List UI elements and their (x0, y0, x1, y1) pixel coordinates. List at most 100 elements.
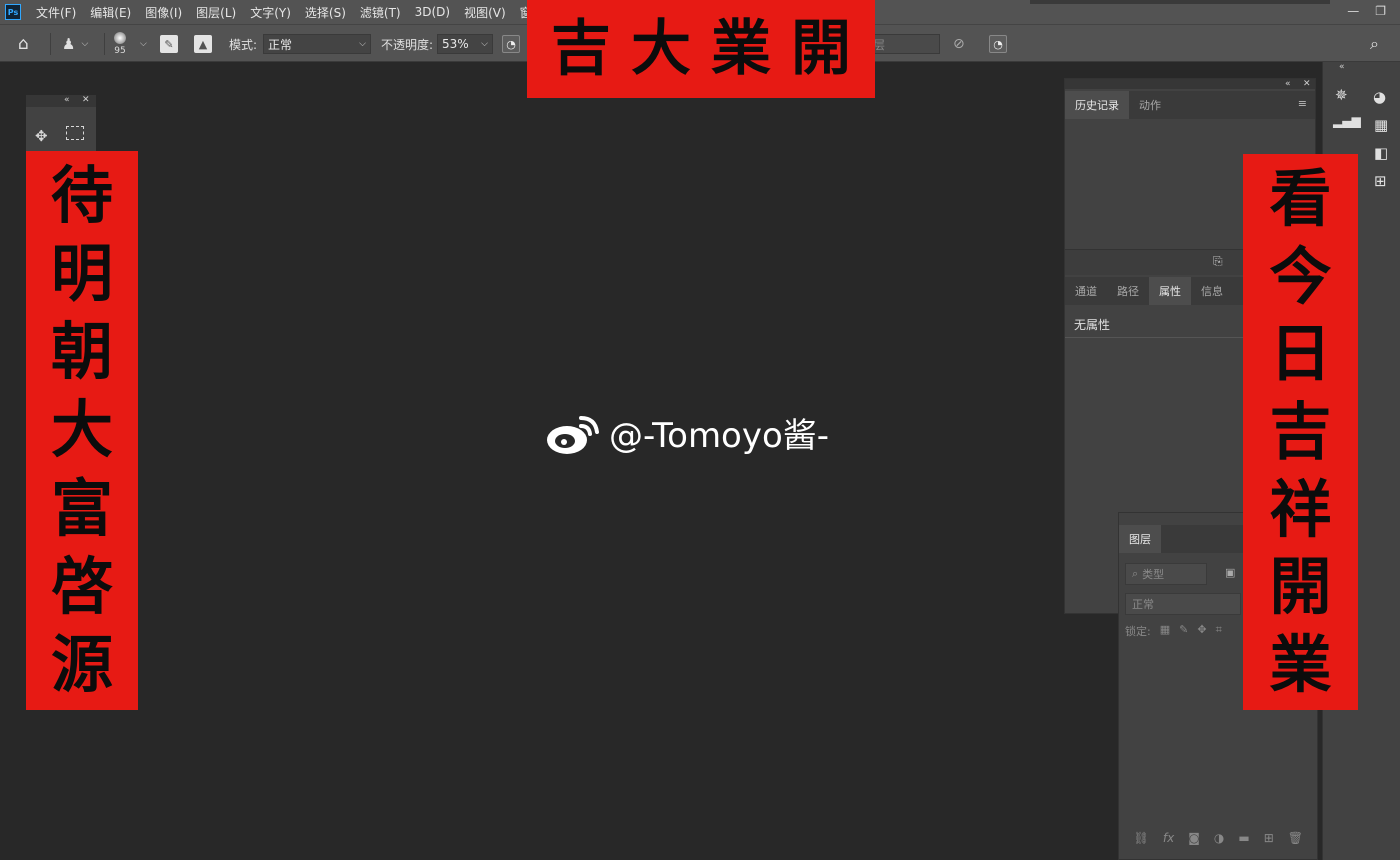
search-icon[interactable]: ⌕ (1370, 25, 1379, 63)
brush-preset-picker[interactable]: 95 (114, 25, 126, 63)
menu-type[interactable]: 文字(Y) (243, 4, 298, 21)
airbrush-icon[interactable]: ◔ (989, 35, 1007, 53)
right-couplet-char: 業 (1269, 627, 1332, 701)
histogram-icon[interactable]: ▂▄▆ (1333, 114, 1361, 128)
right-couplet-char: 祥 (1269, 472, 1332, 546)
chevron-down-icon[interactable]: ⌵ (140, 39, 147, 49)
lock-move-icon[interactable]: ✥ (1197, 623, 1206, 639)
layer-filter-input[interactable]: ⌕ 类型 (1125, 563, 1207, 585)
properties-empty-label: 无属性 (1074, 318, 1111, 332)
sample-layer-select[interactable]: 层 (868, 34, 940, 54)
layer-blend-select[interactable]: 正常 (1125, 593, 1241, 615)
tab-info[interactable]: 信息 (1191, 277, 1233, 305)
menu-select[interactable]: 选择(S) (298, 4, 353, 21)
chevron-down-icon: ⌵ (359, 39, 366, 49)
banner-char: 開 (791, 14, 851, 84)
left-couplet-char: 源 (50, 627, 113, 701)
history-tabstrip: 历史记录 动作 ≡ (1065, 91, 1315, 119)
menu-file[interactable]: 文件(F) (29, 4, 83, 21)
lock-paint-icon[interactable]: ✎ (1179, 623, 1188, 639)
search-icon: ⌕ (1132, 567, 1139, 580)
menu-filter[interactable]: 滤镜(T) (353, 4, 408, 21)
left-couplet-char: 富 (50, 471, 113, 545)
tab-actions[interactable]: 动作 (1129, 91, 1171, 119)
stamp-icon: ♟ (62, 35, 76, 53)
new-group-icon[interactable]: ▬ (1238, 831, 1249, 845)
marquee-icon[interactable] (66, 126, 84, 140)
right-couplet-char: 開 (1269, 550, 1332, 624)
chevron-down-icon: ⌵ (481, 39, 488, 49)
left-couplet-char: 明 (50, 237, 113, 311)
minimize-icon[interactable]: — (1347, 4, 1359, 18)
panel-menu-icon[interactable]: ≡ (1298, 97, 1307, 110)
menu-edit[interactable]: 编辑(E) (83, 4, 138, 21)
trash-icon[interactable]: 🗑 (1288, 831, 1303, 845)
person-icon[interactable]: ▲ (194, 35, 212, 53)
banner-char: 吉 (551, 14, 611, 84)
link-layers-icon[interactable]: ⛓ (1134, 831, 1149, 845)
mode-select[interactable]: 正常 ⌵ (263, 34, 371, 54)
separator (104, 33, 105, 55)
brush-preset-icon (114, 32, 126, 44)
lock-transparent-icon[interactable]: ▦ (1160, 623, 1170, 639)
banner-char: 大 (631, 14, 691, 84)
home-icon[interactable]: ⌂ (18, 25, 29, 63)
brush-size-label: 95 (114, 46, 126, 56)
layer-filter-placeholder: 类型 (1142, 568, 1165, 581)
tab-history[interactable]: 历史记录 (1065, 91, 1129, 119)
image-filter-icon[interactable]: ▣ (1225, 566, 1235, 579)
new-layer-icon[interactable]: ⊞ (1264, 831, 1274, 845)
ignore-adjustment-icon[interactable]: ⊘ (953, 25, 965, 63)
patterns-icon[interactable]: ⊞ (1374, 172, 1387, 190)
opacity-value: 53% (442, 37, 469, 51)
toggle-panel-icon[interactable]: ✎ (160, 35, 178, 53)
move-icon[interactable]: ✥ (35, 127, 48, 145)
collapse-icon[interactable]: « (1339, 62, 1345, 72)
lock-label: 锁定: (1125, 625, 1151, 638)
banner-char: 業 (711, 14, 771, 84)
mode-value: 正常 (268, 37, 293, 52)
lock-row: 锁定: ▦ ✎ ✥ ⌗ (1125, 623, 1222, 639)
watermark-text: @-Tomoyo酱- (609, 416, 830, 456)
opacity-field[interactable]: 53% ⌵ (437, 34, 493, 54)
menu-layer[interactable]: 图层(L) (189, 4, 243, 21)
close-icon[interactable]: ✕ (1303, 79, 1311, 89)
tab-properties[interactable]: 属性 (1149, 277, 1191, 305)
swatches-icon[interactable]: ▦ (1374, 116, 1388, 134)
photoshop-logo-icon: Ps (5, 4, 21, 20)
adjustment-layer-icon[interactable]: ◑ (1214, 831, 1224, 845)
new-snapshot-icon[interactable]: ⎘ (1213, 254, 1223, 269)
add-mask-icon[interactable]: ◙ (1188, 831, 1200, 845)
close-icon[interactable]: ✕ (82, 95, 90, 105)
layer-blend-value: 正常 (1132, 598, 1154, 611)
weibo-icon (547, 415, 599, 454)
collapse-icon[interactable]: « (1285, 79, 1291, 89)
right-couplet-char: 看 (1269, 162, 1332, 235)
restore-icon[interactable]: ❐ (1375, 4, 1386, 18)
pressure-opacity-icon[interactable]: ◔ (502, 35, 520, 53)
left-couplet-char: 朝 (50, 315, 113, 389)
tab-layers[interactable]: 图层 (1119, 525, 1161, 553)
right-icon-dock-2: ◕ ▦ ◧ ⊞ (1364, 62, 1400, 860)
opacity-label: 不透明度: (381, 37, 434, 52)
panel-header: « ✕ (1065, 79, 1315, 89)
menu-3d[interactable]: 3D(D) (408, 5, 457, 19)
left-couplet-char: 大 (50, 393, 113, 467)
tab-paths[interactable]: 路径 (1107, 277, 1149, 305)
weibo-watermark: @-Tomoyo酱- (545, 408, 829, 457)
tab-channels[interactable]: 通道 (1065, 277, 1107, 305)
horizontal-scroll-banner: 吉 大 業 開 (527, 0, 875, 98)
menu-image[interactable]: 图像(I) (138, 4, 189, 21)
gradient-icon[interactable]: ◧ (1374, 144, 1388, 162)
left-couplet: 待 明 朝 大 富 啓 源 (26, 151, 138, 710)
right-couplet-char: 日 (1269, 317, 1332, 391)
stamp-tool-button[interactable]: ♟ ⌵ (62, 25, 88, 63)
menu-view[interactable]: 视图(V) (457, 4, 513, 21)
history-panel-icon[interactable]: ✵ (1335, 86, 1348, 104)
collapse-icon[interactable]: « (64, 95, 70, 105)
separator (50, 33, 51, 55)
palette-icon[interactable]: ◕ (1373, 88, 1386, 106)
menubar-divider (1030, 0, 1330, 4)
lock-artboard-icon[interactable]: ⌗ (1216, 623, 1222, 639)
fx-icon[interactable]: fx (1163, 831, 1174, 845)
